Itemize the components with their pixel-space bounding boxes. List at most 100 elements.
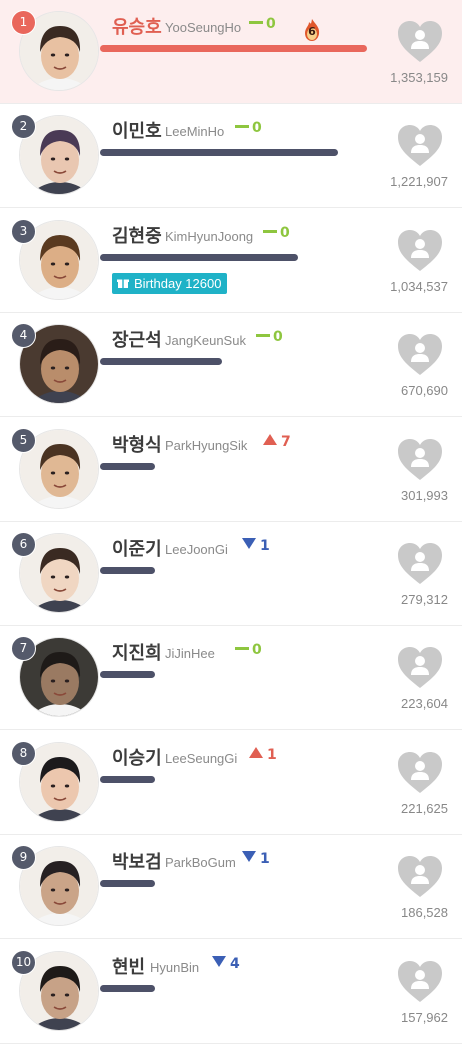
ranking-row[interactable]: 10 현빈 HyunBin 4 157,962 bbox=[0, 940, 462, 1044]
heart-person-icon[interactable] bbox=[396, 124, 444, 168]
arrow-down-icon bbox=[212, 956, 226, 967]
ranking-row[interactable]: 1 유승호 YooSeungHo 0 6 1,353,159 bbox=[0, 0, 462, 104]
arrow-up-icon bbox=[249, 747, 263, 758]
name-english: KimHyunJoong bbox=[165, 229, 254, 244]
heart-person-icon[interactable] bbox=[396, 20, 444, 64]
arrow-down-icon bbox=[242, 538, 256, 549]
rank-change-value: 0 bbox=[252, 642, 262, 658]
rank-badge: 2 bbox=[11, 114, 36, 139]
no-change-icon bbox=[256, 333, 270, 337]
vote-bar bbox=[100, 880, 155, 887]
rank-badge: 9 bbox=[11, 845, 36, 870]
rank-change-value: 0 bbox=[252, 120, 262, 136]
name-korean: 박보검 bbox=[112, 852, 162, 873]
rank-change: 1 bbox=[242, 851, 270, 867]
rank-badge: 5 bbox=[11, 428, 36, 453]
vote-bar bbox=[100, 567, 155, 574]
rank-badge: 6 bbox=[11, 532, 36, 557]
vote-count: 1,034,537 bbox=[390, 279, 448, 294]
no-change-icon bbox=[263, 229, 277, 233]
vote-count: 221,625 bbox=[401, 801, 448, 816]
rank-change-value: 0 bbox=[266, 16, 276, 32]
name-english: YooSeungHo bbox=[165, 20, 242, 35]
vote-bar bbox=[100, 776, 155, 783]
vote-bar bbox=[100, 985, 155, 992]
rank-change: 0 bbox=[249, 16, 276, 32]
name-korean: 이승기 bbox=[112, 748, 162, 769]
heart-person-icon[interactable] bbox=[396, 855, 444, 899]
name-korean: 장근석 bbox=[112, 330, 162, 351]
name-korean: 이민호 bbox=[112, 121, 162, 142]
ranking-row[interactable]: 5 박형식 ParkHyungSik 7 301,993 bbox=[0, 418, 462, 522]
rank-change: 0 bbox=[256, 329, 283, 345]
rank-change: 1 bbox=[242, 538, 270, 554]
rank-change: 1 bbox=[249, 747, 277, 763]
gift-icon bbox=[117, 279, 129, 288]
rank-badge: 1 bbox=[11, 10, 36, 35]
heart-person-icon[interactable] bbox=[396, 333, 444, 377]
arrow-up-icon bbox=[263, 434, 277, 445]
name-english: LeeMinHo bbox=[165, 124, 225, 139]
rank-change: 4 bbox=[212, 956, 240, 972]
vote-count: 223,604 bbox=[401, 696, 448, 711]
rank-change: 0 bbox=[263, 225, 290, 241]
vote-bar bbox=[100, 45, 367, 52]
rank-badge: 4 bbox=[11, 323, 36, 348]
heart-person-icon[interactable] bbox=[396, 960, 444, 1004]
name-korean: 박형식 bbox=[112, 435, 162, 456]
rank-change: 7 bbox=[263, 434, 291, 450]
name-english: ParkBoGum bbox=[165, 855, 236, 870]
vote-count: 301,993 bbox=[401, 488, 448, 503]
heart-person-icon[interactable] bbox=[396, 751, 444, 795]
name-korean: 현빈 bbox=[112, 957, 146, 978]
no-change-icon bbox=[249, 20, 263, 24]
name-korean: 김현중 bbox=[112, 226, 162, 247]
vote-bar bbox=[100, 358, 222, 365]
rank-change-value: 1 bbox=[260, 538, 270, 554]
ranking-row[interactable]: 4 장근석 JangKeunSuk 0 670,690 bbox=[0, 313, 462, 417]
name-english: JiJinHee bbox=[165, 646, 215, 661]
ranking-row[interactable]: 2 이민호 LeeMinHo 0 1,221,907 bbox=[0, 104, 462, 208]
ranking-list: 1 유승호 YooSeungHo 0 6 1,353,159 2 이민호 LeeMinHo 0 1,… bbox=[0, 0, 462, 1044]
heart-person-icon[interactable] bbox=[396, 646, 444, 690]
rank-change-value: 4 bbox=[230, 956, 240, 972]
vote-bar bbox=[100, 149, 338, 156]
rank-change: 0 bbox=[235, 642, 262, 658]
ranking-row[interactable]: 7 지진희 JiJinHee 0 223,604 bbox=[0, 626, 462, 730]
name-english: LeeSeungGi bbox=[165, 751, 238, 766]
fire-icon: 6 bbox=[303, 18, 321, 42]
rank-change-value: 1 bbox=[267, 747, 277, 763]
heart-person-icon[interactable] bbox=[396, 542, 444, 586]
rank-change-value: 0 bbox=[280, 225, 290, 241]
vote-bar bbox=[100, 254, 298, 261]
name-english: ParkHyungSik bbox=[165, 438, 248, 453]
vote-count: 279,312 bbox=[401, 592, 448, 607]
vote-count: 670,690 bbox=[401, 383, 448, 398]
name-english: JangKeunSuk bbox=[165, 333, 246, 348]
name-korean: 유승호 bbox=[112, 17, 162, 38]
ranking-row[interactable]: 3 김현중 KimHyunJoong 0 Birthday 12600 1,034,537 bbox=[0, 209, 462, 313]
rank-change-value: 7 bbox=[281, 434, 291, 450]
vote-count: 186,528 bbox=[401, 905, 448, 920]
arrow-down-icon bbox=[242, 851, 256, 862]
ranking-row[interactable]: 8 이승기 LeeSeungGi 1 221,625 bbox=[0, 731, 462, 835]
birthday-badge[interactable]: Birthday 12600 bbox=[112, 273, 228, 294]
name-english: HyunBin bbox=[150, 960, 200, 975]
no-change-icon bbox=[235, 646, 249, 650]
heart-person-icon[interactable] bbox=[396, 229, 444, 273]
name-english: LeeJoonGi bbox=[165, 542, 228, 557]
vote-bar bbox=[100, 463, 155, 470]
vote-count: 1,221,907 bbox=[390, 174, 448, 189]
heart-person-icon[interactable] bbox=[396, 438, 444, 482]
ranking-row[interactable]: 9 박보검 ParkBoGum 1 186,528 bbox=[0, 835, 462, 939]
name-korean: 지진희 bbox=[112, 643, 162, 664]
rank-badge: 8 bbox=[11, 741, 36, 766]
rank-change: 0 bbox=[235, 120, 262, 136]
rank-change-value: 0 bbox=[273, 329, 283, 345]
streak-count: 6 bbox=[308, 25, 316, 38]
no-change-icon bbox=[235, 124, 249, 128]
rank-badge: 3 bbox=[11, 219, 36, 244]
birthday-label: Birthday 12600 bbox=[134, 276, 222, 291]
vote-bar bbox=[100, 671, 155, 678]
ranking-row[interactable]: 6 이준기 LeeJoonGi 1 279,312 bbox=[0, 522, 462, 626]
